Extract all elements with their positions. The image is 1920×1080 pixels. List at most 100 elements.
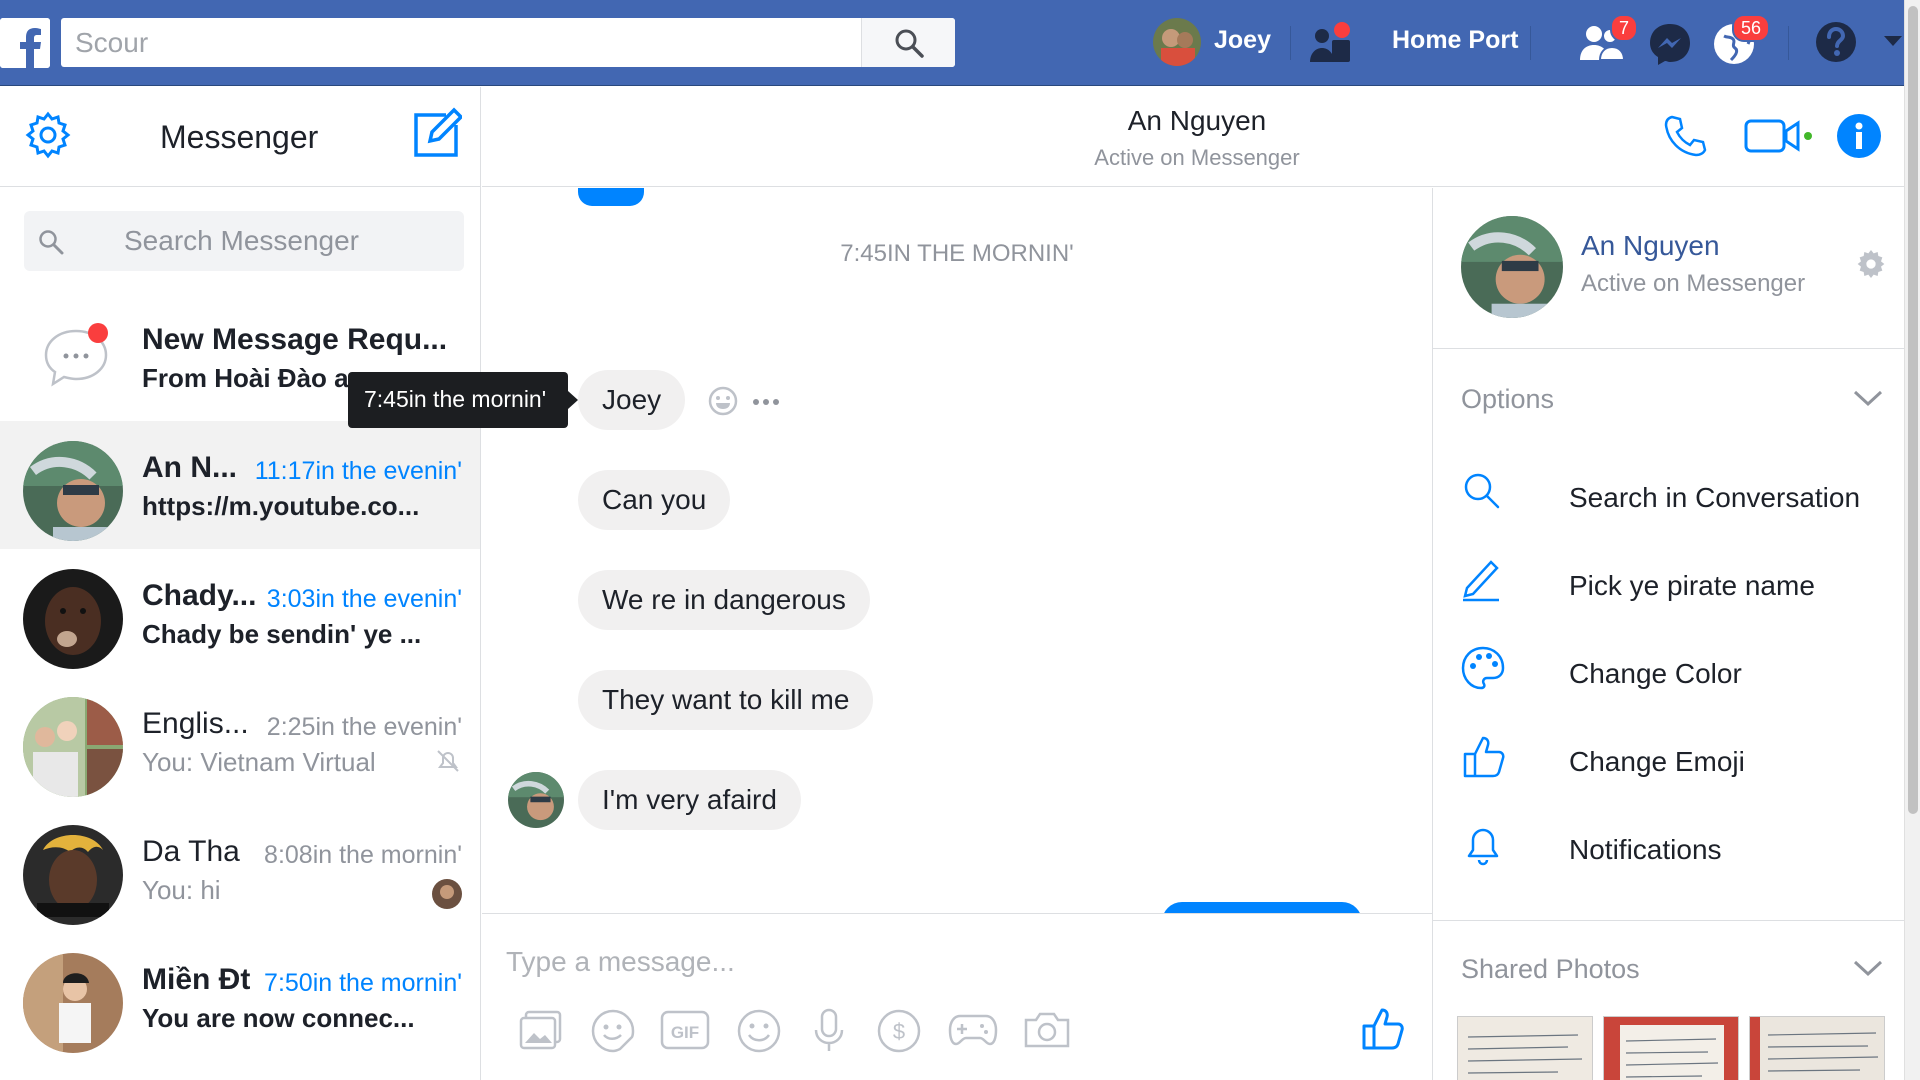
video-call-icon[interactable] xyxy=(1744,117,1814,155)
conversation-name: An N... xyxy=(142,451,237,484)
settings-gear-icon[interactable] xyxy=(1855,248,1887,280)
section-divider xyxy=(1433,920,1904,921)
more-actions-icon[interactable] xyxy=(752,398,780,406)
svg-text:GIF: GIF xyxy=(671,1023,699,1042)
option-label: Change Emoji xyxy=(1569,746,1745,777)
global-search-input[interactable] xyxy=(61,18,861,67)
friend-requests-badge: 7 xyxy=(1610,14,1639,42)
shared-photos-section-title[interactable]: Shared Photos xyxy=(1461,954,1640,985)
thread-timestamp: 7:45IN THE MORNIN' xyxy=(840,240,1074,267)
profile-status: Active on Messenger xyxy=(1581,270,1806,297)
message-input[interactable] xyxy=(506,934,1306,990)
messenger-search-input[interactable] xyxy=(124,211,454,271)
conversation-an-nguyen[interactable]: An N... 11:17in the evenin' https://m.yo… xyxy=(0,421,480,549)
user-name-link[interactable]: Joey xyxy=(1214,26,1271,55)
conversation-name: New Message Requ... xyxy=(142,323,448,356)
conversation-snippet: You are now connec... xyxy=(142,1003,415,1033)
shared-photo-thumbnail[interactable] xyxy=(1603,1016,1739,1080)
voice-call-icon[interactable] xyxy=(1662,113,1708,159)
timestamp-tooltip: 7:45in the mornin' xyxy=(348,372,578,428)
compose-new-message-icon[interactable] xyxy=(410,107,462,159)
avatar xyxy=(23,569,123,669)
sender-avatar xyxy=(508,772,564,828)
emoji-icon[interactable] xyxy=(736,1008,782,1054)
conversation-mien-dt[interactable]: Miền Đt 7:50in the mornin' You are now c… xyxy=(0,933,480,1061)
bell-icon xyxy=(1467,828,1499,866)
option-label: Notifications xyxy=(1569,834,1722,865)
incoming-message-bubble[interactable]: I'm very afaird xyxy=(578,770,801,830)
add-photo-icon[interactable] xyxy=(518,1008,564,1052)
conversation-english-group[interactable]: Englis... 2:25in the evenin' You: Vietna… xyxy=(0,677,480,805)
page-scrollbar[interactable] xyxy=(1904,0,1920,1080)
seen-avatar xyxy=(432,879,462,909)
incoming-message-bubble[interactable]: We re in dangerous xyxy=(578,570,870,630)
message-requests-icon xyxy=(40,323,116,393)
search-icon xyxy=(39,230,64,255)
sticker-icon[interactable] xyxy=(590,1008,636,1054)
settings-gear-icon[interactable] xyxy=(24,111,72,159)
camera-icon[interactable] xyxy=(1022,1008,1072,1050)
group-avatar xyxy=(23,697,123,797)
incoming-message-bubble[interactable]: Can you xyxy=(578,470,731,530)
shared-photo-thumbnail[interactable] xyxy=(1457,1016,1593,1080)
messenger-title: Messenger xyxy=(160,119,319,155)
option-notifications[interactable]: Notifications xyxy=(1461,816,1881,886)
page-scrollbar-thumb[interactable] xyxy=(1908,6,1918,814)
nav-divider xyxy=(1290,26,1291,60)
conversation-da-tha[interactable]: Da Tha 8:08in the mornin' You: hi xyxy=(0,805,480,933)
find-friends-icon[interactable] xyxy=(1308,22,1354,66)
message-thread[interactable]: 7:45IN THE MORNIN' Joey Can you We re in… xyxy=(482,188,1432,913)
help-icon[interactable] xyxy=(1814,20,1858,64)
facebook-logo-icon[interactable] xyxy=(0,18,50,68)
conversation-details-panel: An Nguyen Active on Messenger Options Se… xyxy=(1432,188,1904,1080)
pencil-icon xyxy=(1463,560,1499,602)
conversation-snippet: You: Vietnam Virtual xyxy=(142,747,376,777)
games-icon[interactable] xyxy=(948,1008,998,1048)
shared-photo-thumbnail[interactable] xyxy=(1749,1016,1885,1080)
account-menu-caret-icon[interactable] xyxy=(1884,34,1902,48)
options-section-title[interactable]: Options xyxy=(1461,384,1554,415)
option-change-emoji[interactable]: Change Emoji xyxy=(1461,728,1881,798)
conversation-snippet: https://m.youtube.co... xyxy=(142,491,420,521)
incoming-message-bubble[interactable]: Joey xyxy=(578,370,686,430)
option-nicknames[interactable]: Pick ye pirate name xyxy=(1461,552,1881,622)
chat-header: An Nguyen Active on Messenger xyxy=(482,87,1904,187)
messenger-icon[interactable] xyxy=(1648,22,1692,66)
like-icon xyxy=(1463,736,1505,778)
chevron-down-icon[interactable] xyxy=(1853,388,1883,408)
message-composer: GIF $ xyxy=(482,913,1432,1080)
nav-divider xyxy=(1788,26,1789,60)
conversation-list-panel: Messenger New Message Requ... From Hoài … xyxy=(0,87,481,1080)
option-change-color[interactable]: Change Color xyxy=(1461,640,1881,710)
palette-icon xyxy=(1461,646,1505,690)
home-link[interactable]: Home Port xyxy=(1392,26,1518,55)
gif-icon[interactable]: GIF xyxy=(660,1008,710,1052)
search-button[interactable] xyxy=(861,18,955,67)
profile-avatar[interactable] xyxy=(1461,216,1563,318)
conversation-time: 2:25in the evenin' xyxy=(266,713,462,741)
nav-divider xyxy=(1530,26,1531,60)
voice-clip-icon[interactable] xyxy=(812,1008,846,1054)
send-money-icon[interactable]: $ xyxy=(876,1008,922,1054)
svg-text:$: $ xyxy=(893,1019,905,1044)
conversation-chady[interactable]: Chady... 3:03in the evenin' Chady be sen… xyxy=(0,549,480,677)
conversation-name: Miền Đt xyxy=(142,963,251,996)
notifications-badge: 56 xyxy=(1732,14,1771,42)
option-label: Search in Conversation xyxy=(1569,482,1861,513)
conversation-name: Da Tha xyxy=(142,835,240,868)
option-search-in-conversation[interactable]: Search in Conversation xyxy=(1461,464,1881,534)
chevron-down-icon[interactable] xyxy=(1853,958,1883,978)
user-avatar[interactable] xyxy=(1153,18,1201,66)
react-emoji-icon[interactable] xyxy=(708,386,738,416)
outgoing-message-bubble-partial xyxy=(1162,902,1362,913)
avatar xyxy=(23,441,123,541)
profile-name[interactable]: An Nguyen xyxy=(1581,230,1720,262)
incoming-message-bubble[interactable]: They want to kill me xyxy=(578,670,874,730)
send-like-icon[interactable] xyxy=(1360,1006,1406,1052)
conversation-snippet: From Hoài Đào a xyxy=(142,363,349,393)
conversation-time: 8:08in the mornin' xyxy=(264,841,462,869)
option-label: Change Color xyxy=(1569,658,1742,689)
conversation-info-icon[interactable] xyxy=(1836,113,1882,159)
top-navigation-bar: Joey Home Port 7 56 xyxy=(0,0,1904,86)
global-search xyxy=(61,18,955,67)
